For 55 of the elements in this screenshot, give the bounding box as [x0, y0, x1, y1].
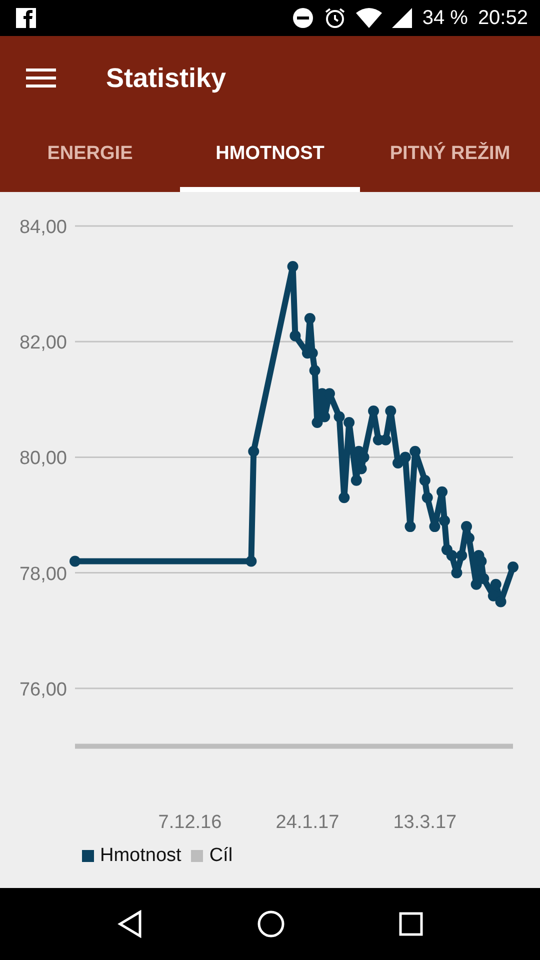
clock: 20:52	[478, 6, 528, 30]
point	[385, 405, 396, 416]
point	[429, 521, 440, 532]
point	[304, 312, 316, 324]
menu-icon[interactable]	[26, 68, 56, 88]
screen-title: Statistiky	[106, 62, 226, 94]
wifi-icon	[356, 8, 382, 28]
point	[287, 260, 298, 272]
tab[interactable]: HMOTNOST	[180, 120, 360, 192]
y-axis-label: 76,00	[19, 679, 67, 700]
point	[344, 417, 355, 428]
point	[246, 556, 257, 567]
point	[404, 521, 416, 532]
point	[436, 486, 448, 498]
x-axis-label: 7.12.16	[158, 812, 222, 832]
point	[478, 573, 490, 584]
point	[309, 365, 320, 376]
point	[508, 562, 518, 573]
point	[422, 492, 433, 504]
legend-label: Hmotnost	[100, 845, 182, 867]
point	[319, 411, 330, 422]
back-icon[interactable]	[117, 910, 143, 938]
point	[400, 452, 411, 463]
battery-level: 34 %	[422, 6, 468, 30]
y-axis-label: 84,00	[19, 217, 67, 238]
x-axis-label: 13.3.17	[393, 812, 457, 832]
point	[290, 330, 301, 342]
alarm-icon	[324, 7, 346, 29]
x-axis-label: 24.1.17	[276, 812, 340, 832]
point	[338, 492, 350, 504]
y-axis-label: 78,00	[19, 564, 67, 585]
tab[interactable]: PITNÝ REŽIM	[360, 120, 540, 192]
point	[410, 446, 421, 457]
signal-icon	[392, 8, 412, 28]
point	[334, 411, 345, 422]
do-not-disturb-icon	[292, 7, 314, 29]
point	[470, 578, 482, 590]
y-axis-label: 82,00	[19, 332, 67, 354]
point	[368, 405, 380, 416]
point	[70, 556, 80, 567]
point	[350, 474, 362, 486]
point	[438, 515, 450, 526]
legend-label: Cíl	[209, 845, 233, 867]
point	[312, 417, 323, 428]
point	[461, 521, 472, 532]
recents-icon[interactable]	[399, 912, 423, 936]
point	[248, 446, 260, 457]
tab[interactable]: ENERGIE	[0, 120, 180, 192]
y-axis-label: 80,00	[19, 448, 67, 470]
home-icon[interactable]	[257, 910, 285, 938]
point	[456, 550, 468, 561]
point	[446, 550, 458, 561]
facebook-icon	[16, 8, 36, 28]
point	[392, 457, 404, 468]
point	[419, 474, 430, 486]
